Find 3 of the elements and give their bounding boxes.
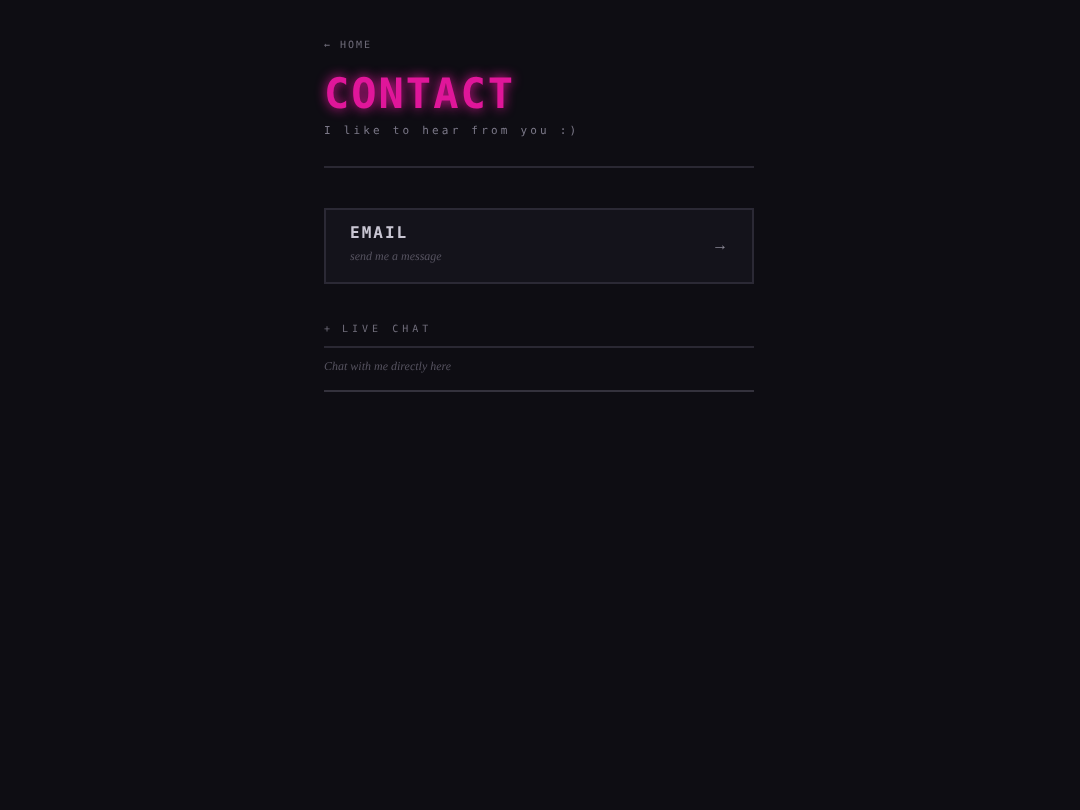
- card-title: EMAIL: [350, 222, 411, 247]
- arrow-icon: →: [712, 233, 728, 258]
- page-title: CONTACT: [324, 67, 518, 119]
